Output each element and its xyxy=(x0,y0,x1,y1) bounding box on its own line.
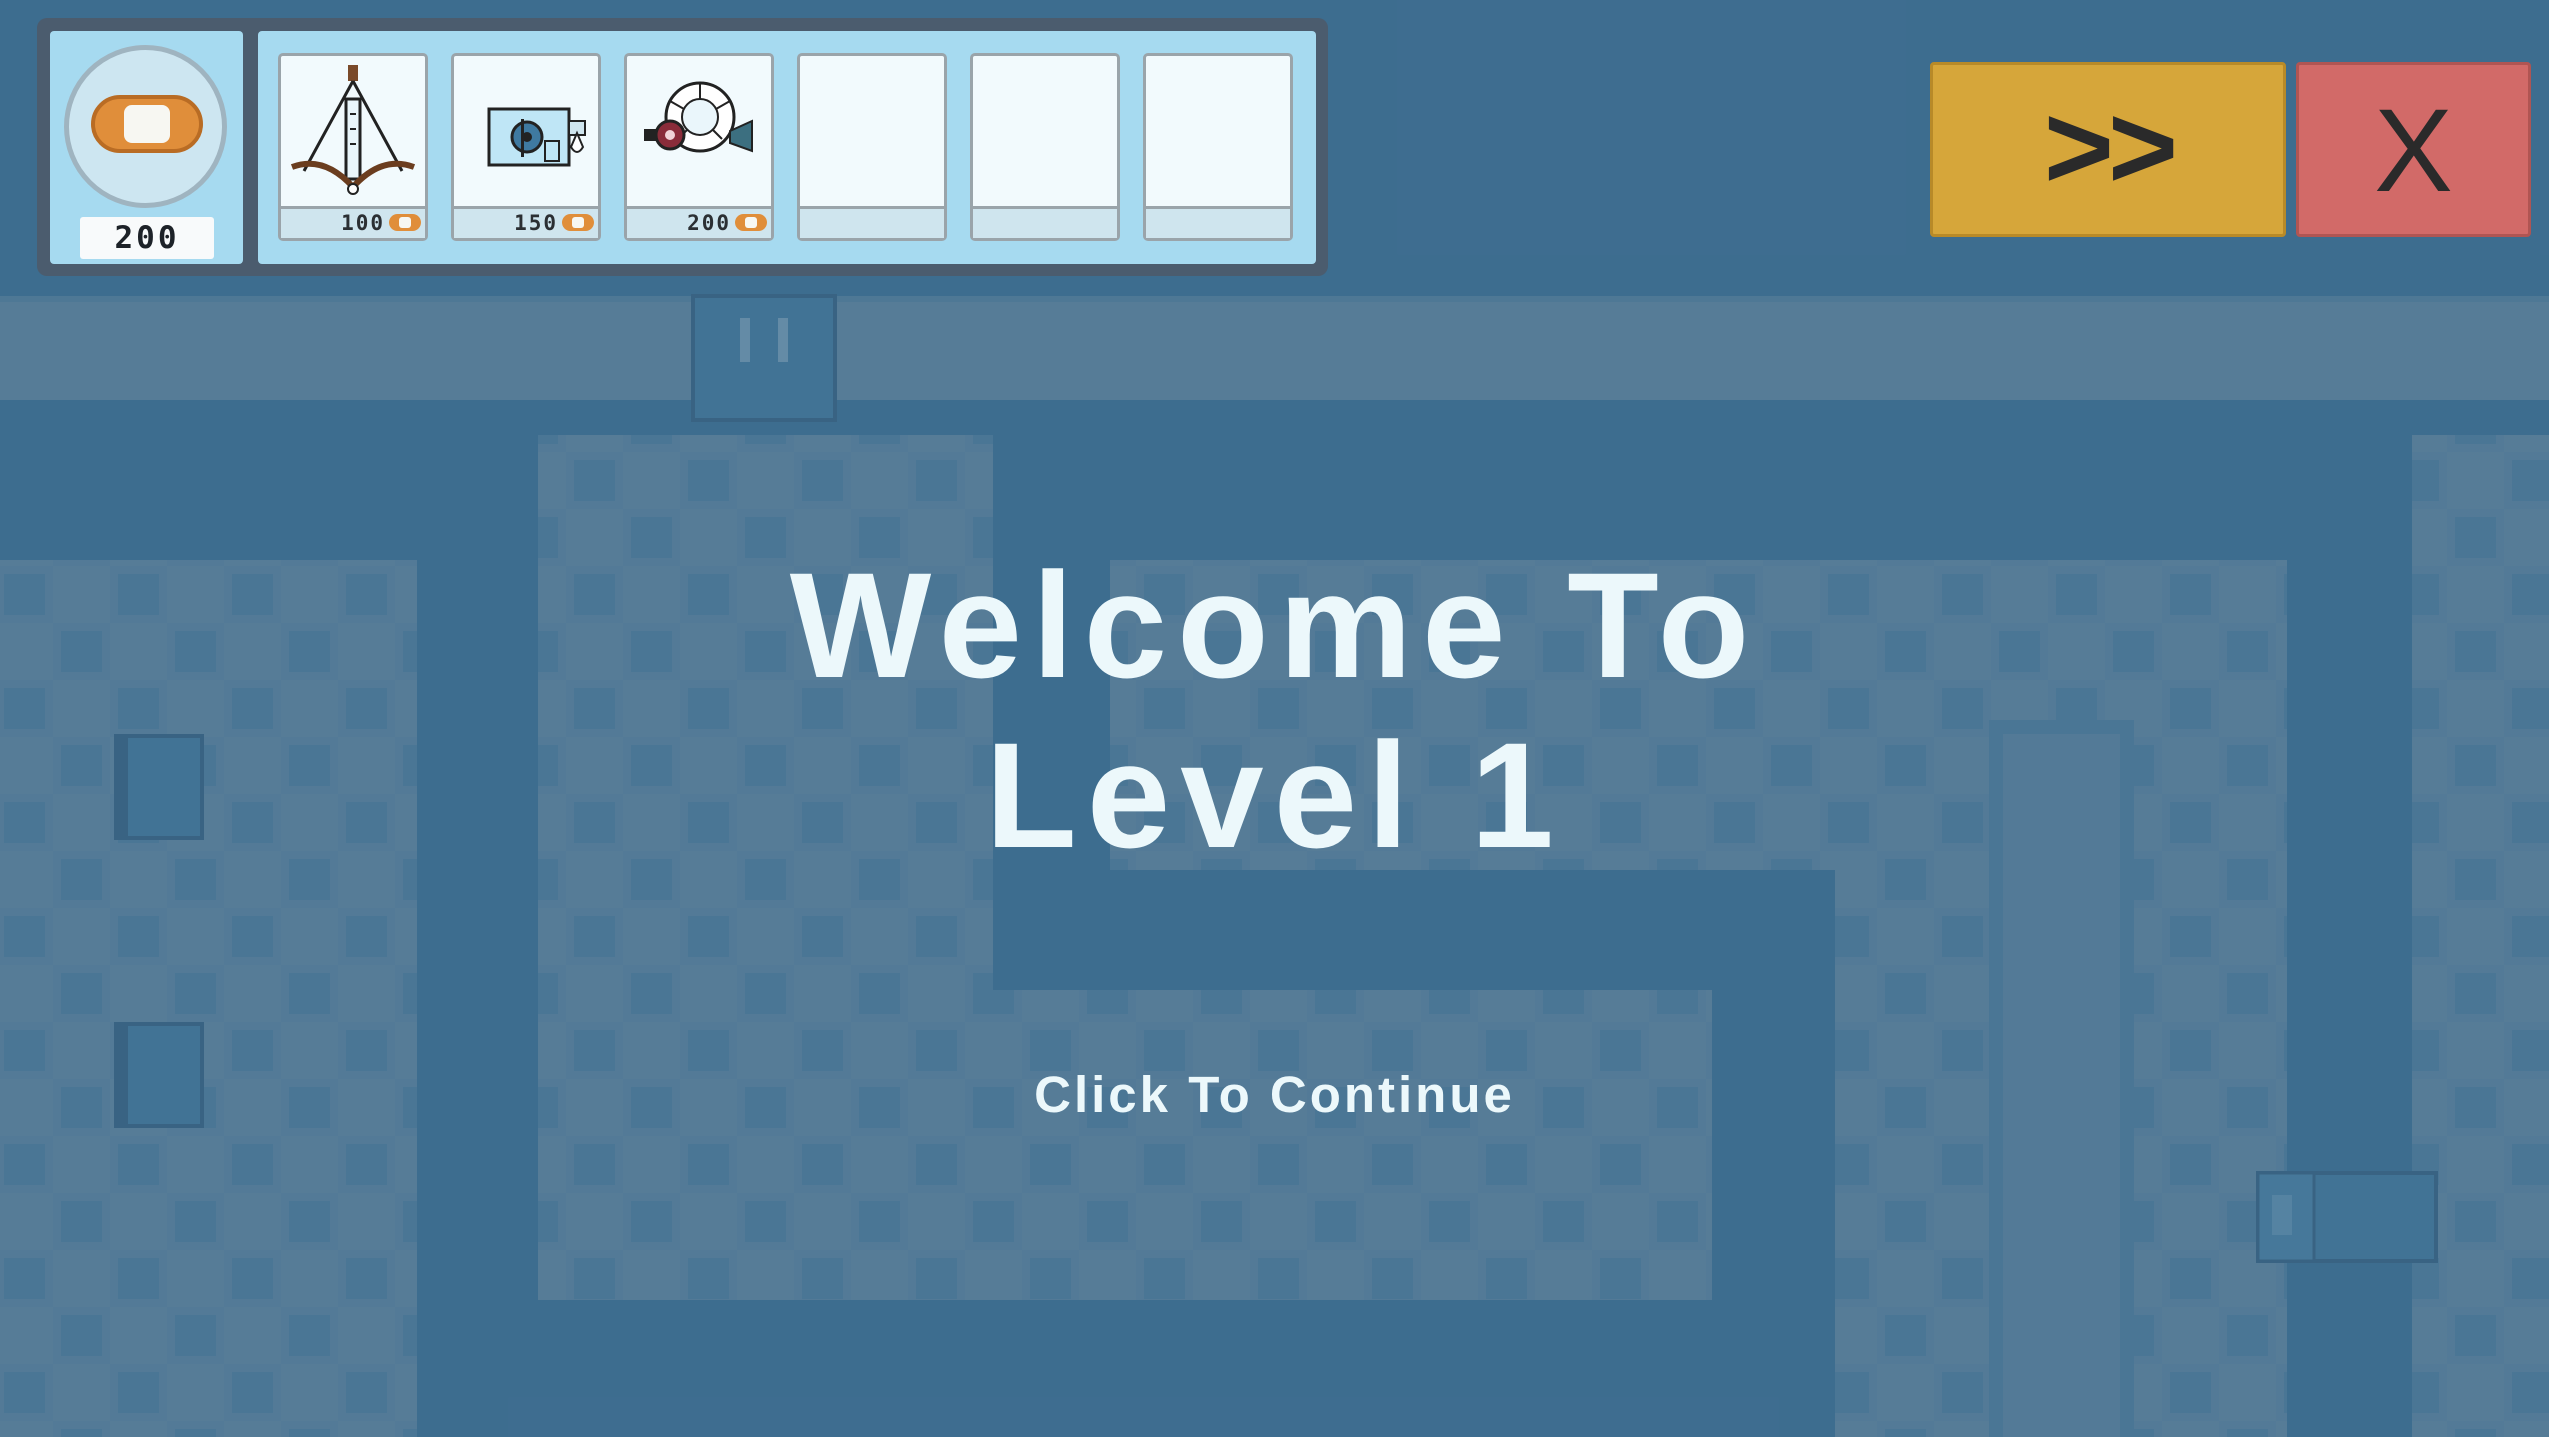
slot-price: 150 xyxy=(514,211,558,235)
shop-panel: 100 150 200 xyxy=(258,31,1316,264)
welcome-title-line2: Level 1 xyxy=(985,711,1564,879)
close-button[interactable]: X xyxy=(2296,62,2531,237)
slot-price: 200 xyxy=(687,211,731,235)
welcome-title: Welcome To Level 1 xyxy=(0,540,2549,880)
slot-price-bar: 200 xyxy=(627,206,771,238)
welcome-title-line1: Welcome To xyxy=(789,541,1760,709)
shop-slot-empty[interactable] xyxy=(797,53,947,241)
currency-badge xyxy=(64,45,227,208)
bandage-coin-icon xyxy=(562,214,594,231)
currency-panel: 200 xyxy=(50,31,243,264)
shop-slot-mri-scanner[interactable]: 200 xyxy=(624,53,774,241)
slot-price-bar xyxy=(800,206,944,238)
shop-slot-ekg-monitor[interactable]: 150 xyxy=(451,53,601,241)
bandage-coin-icon xyxy=(735,214,767,231)
ekg-monitor-tower-icon xyxy=(487,107,586,167)
slot-price-bar: 100 xyxy=(281,206,425,238)
click-to-continue[interactable]: Click To Continue xyxy=(0,1065,2549,1124)
slot-price-bar xyxy=(973,206,1117,238)
currency-amount: 200 xyxy=(80,217,214,259)
fast-forward-button[interactable]: >> xyxy=(1930,62,2286,237)
shop-slot-empty[interactable] xyxy=(1143,53,1293,241)
slot-price-bar xyxy=(1146,206,1290,238)
slot-price: 100 xyxy=(341,211,385,235)
bandage-coin-icon xyxy=(389,214,421,231)
mri-scanner-tower-icon xyxy=(644,81,753,153)
iv-drip-tower-icon xyxy=(290,65,416,195)
shop-slot-empty[interactable] xyxy=(970,53,1120,241)
shop-slot-iv-drip[interactable]: 100 xyxy=(278,53,428,241)
slot-price-bar: 150 xyxy=(454,206,598,238)
bandage-coin-icon xyxy=(91,95,203,153)
